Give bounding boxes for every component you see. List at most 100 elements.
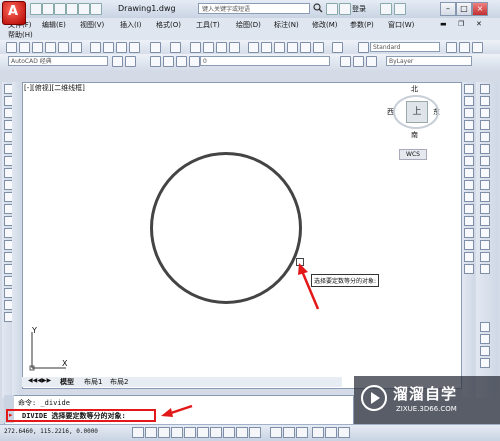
- zoom-realtime-icon[interactable]: [203, 42, 214, 53]
- undo-icon[interactable]: [78, 3, 90, 15]
- undo-tb-icon[interactable]: [150, 42, 161, 53]
- text-style-icon[interactable]: [358, 42, 369, 53]
- layer-color-icon[interactable]: [189, 56, 200, 67]
- brush-icon[interactable]: [480, 108, 490, 118]
- snap-center-icon[interactable]: [480, 156, 490, 166]
- minimize-button[interactable]: –: [440, 2, 456, 16]
- workspace-toolbar-icon[interactable]: [125, 56, 136, 67]
- quick-view-drawings-button[interactable]: [296, 427, 308, 438]
- pan-status-button[interactable]: [312, 427, 324, 438]
- properties-icon[interactable]: [248, 42, 259, 53]
- stretch-icon[interactable]: [464, 180, 474, 190]
- dim-aligned-icon[interactable]: [480, 334, 490, 344]
- print-icon[interactable]: [66, 3, 78, 15]
- copy-object-icon[interactable]: [464, 96, 474, 106]
- dyn-toggle[interactable]: [223, 427, 235, 438]
- explode-icon[interactable]: [464, 264, 474, 274]
- snap-nearest-icon[interactable]: [480, 240, 490, 250]
- ortho-toggle[interactable]: [158, 427, 170, 438]
- paint-icon[interactable]: [480, 84, 490, 94]
- menu-format[interactable]: 格式(O): [156, 20, 181, 30]
- array-icon[interactable]: [464, 132, 474, 142]
- polar-toggle[interactable]: [171, 427, 183, 438]
- menu-insert[interactable]: 插入(I): [120, 20, 142, 30]
- open-icon[interactable]: [19, 42, 30, 53]
- dim-style-icon[interactable]: [446, 42, 457, 53]
- user-icon[interactable]: [339, 3, 351, 15]
- snap-midpoint-icon[interactable]: [480, 132, 490, 142]
- menu-window[interactable]: 窗口(W): [388, 20, 414, 30]
- quick-properties-toggle[interactable]: [249, 427, 261, 438]
- cut-icon[interactable]: [90, 42, 101, 53]
- layer-on-icon[interactable]: [163, 56, 174, 67]
- snap-mode-toggle[interactable]: [132, 427, 144, 438]
- dim-ordinate-icon[interactable]: [480, 358, 490, 368]
- mirror-icon[interactable]: [464, 108, 474, 118]
- zoom-status-button[interactable]: [325, 427, 337, 438]
- snap-node-icon[interactable]: [480, 228, 490, 238]
- zoom-window-icon[interactable]: [216, 42, 227, 53]
- snap-none-icon[interactable]: [480, 252, 490, 262]
- layer-manager-icon[interactable]: [150, 56, 161, 67]
- join-icon[interactable]: [464, 228, 474, 238]
- steering-wheel-button[interactable]: [338, 427, 350, 438]
- quick-view-layouts-button[interactable]: [283, 427, 295, 438]
- viewport-controls[interactable]: [-][俯视][二维线框]: [24, 83, 85, 93]
- match-properties-icon[interactable]: [129, 42, 140, 53]
- search-input[interactable]: 键入关键字或短语: [198, 3, 310, 14]
- color-select[interactable]: ByLayer: [386, 56, 472, 66]
- drawn-circle[interactable]: [150, 152, 302, 304]
- grid-toggle[interactable]: [145, 427, 157, 438]
- snap-perpendicular-icon[interactable]: [480, 192, 490, 202]
- viewcube-top-face[interactable]: 上: [406, 101, 428, 123]
- search-icon[interactable]: [313, 3, 323, 13]
- redo-tb-icon[interactable]: [170, 42, 181, 53]
- copy-icon[interactable]: [103, 42, 114, 53]
- layer-freeze-icon[interactable]: [176, 56, 187, 67]
- pencil-icon[interactable]: [480, 96, 490, 106]
- tab-layout2[interactable]: 布局2: [110, 377, 128, 387]
- menu-view[interactable]: 视图(V): [80, 20, 104, 30]
- extend-icon[interactable]: [464, 204, 474, 214]
- doc-minimize-icon[interactable]: ▬: [440, 20, 447, 28]
- menu-help[interactable]: 帮助(H): [8, 30, 33, 40]
- tab-model[interactable]: 模型: [60, 377, 74, 387]
- qnew-icon[interactable]: [6, 42, 17, 53]
- menu-draw[interactable]: 绘图(D): [236, 20, 261, 30]
- login-link[interactable]: 登录: [352, 4, 366, 14]
- doc-close-icon[interactable]: ✕: [476, 20, 482, 28]
- new-file-icon[interactable]: [30, 3, 42, 15]
- zoom-previous-icon[interactable]: [229, 42, 240, 53]
- snap-settings-icon[interactable]: [480, 264, 490, 274]
- application-menu-button[interactable]: A: [2, 1, 26, 25]
- snap-quadrant-icon[interactable]: [480, 168, 490, 178]
- fillet-icon[interactable]: [464, 252, 474, 262]
- maximize-button[interactable]: □: [456, 2, 472, 16]
- save-icon[interactable]: [54, 3, 66, 15]
- calculator-icon[interactable]: [313, 42, 324, 53]
- osnap-toggle[interactable]: [184, 427, 196, 438]
- doc-restore-icon[interactable]: ❐: [458, 20, 464, 28]
- workspace-select[interactable]: AutoCAD 经典: [8, 56, 108, 66]
- snap-intersection-icon[interactable]: [480, 144, 490, 154]
- layer-previous-icon[interactable]: [353, 56, 364, 67]
- snap-insert-icon[interactable]: [480, 216, 490, 226]
- snap-tangent-icon[interactable]: [480, 180, 490, 190]
- rotate-icon[interactable]: [464, 156, 474, 166]
- lineweight-toggle[interactable]: [236, 427, 248, 438]
- model-space-button[interactable]: [270, 427, 282, 438]
- snap-endpoint-icon[interactable]: [480, 120, 490, 130]
- move-icon[interactable]: [464, 144, 474, 154]
- make-current-icon[interactable]: [340, 56, 351, 67]
- sheet-set-icon[interactable]: [287, 42, 298, 53]
- dim-arc-icon[interactable]: [480, 346, 490, 356]
- menu-modify[interactable]: 修改(M): [312, 20, 338, 30]
- menu-parameters[interactable]: 参数(P): [350, 20, 374, 30]
- scale-icon[interactable]: [464, 168, 474, 178]
- trim-icon[interactable]: [464, 192, 474, 202]
- viewcube-south[interactable]: 南: [411, 130, 418, 140]
- erase-icon[interactable]: [464, 84, 474, 94]
- save-tb-icon[interactable]: [32, 42, 43, 53]
- chamfer-icon[interactable]: [464, 240, 474, 250]
- plot-icon[interactable]: [45, 42, 56, 53]
